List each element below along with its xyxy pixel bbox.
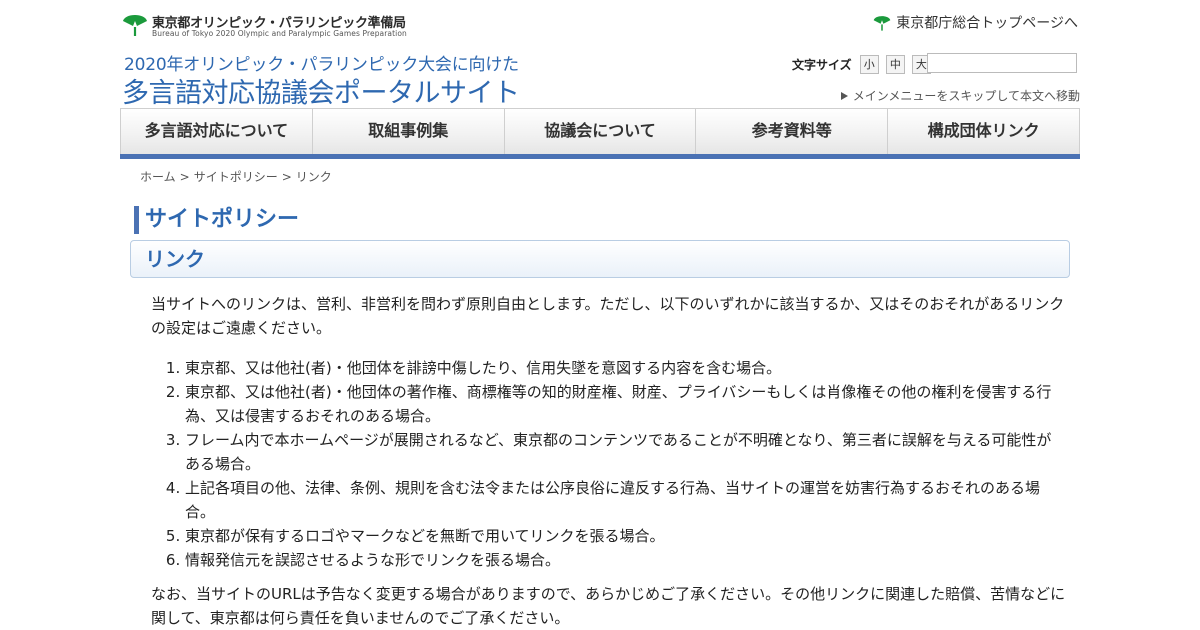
section-heading: リンク <box>130 240 1070 278</box>
logo-english-text: Bureau of Tokyo 2020 Olympic and Paralym… <box>152 29 407 38</box>
tokyo-top-page-link[interactable]: 東京都庁総合トップページへ <box>873 12 1078 32</box>
page: 東京都オリンピック・パラリンピック準備局 Bureau of Tokyo 202… <box>120 0 1080 630</box>
skip-menu-link[interactable]: メインメニューをスキップして本文へ移動 <box>840 87 1080 104</box>
nav-item-council[interactable]: 協議会について <box>505 109 697 154</box>
breadcrumb-home[interactable]: ホーム <box>140 170 176 184</box>
search-input[interactable] <box>927 53 1077 73</box>
ginkgo-leaf-icon <box>123 15 147 36</box>
ginkgo-leaf-icon <box>873 15 891 31</box>
list-item: 情報発信元を誤認させるような形でリンクを張る場合。 <box>185 548 1066 572</box>
site-title[interactable]: 多言語対応協議会ポータルサイト <box>122 71 520 110</box>
main-nav: 多言語対応について 取組事例集 協議会について 参考資料等 構成団体リンク <box>120 108 1080 154</box>
condition-list: 東京都、又は他社(者)・他団体を誹謗中傷したり、信用失墜を意図する内容を含む場合… <box>151 356 1066 572</box>
font-size-control: 文字サイズ 小 中 大 <box>792 54 933 74</box>
nav-item-case-studies[interactable]: 取組事例集 <box>313 109 505 154</box>
list-item: 上記各項目の他、法律、条例、規則を含む法令または公序良俗に違反する行為、当サイト… <box>185 476 1066 524</box>
list-item: 東京都、又は他社(者)・他団体を誹謗中傷したり、信用失墜を意図する内容を含む場合… <box>185 356 1066 380</box>
nav-item-references[interactable]: 参考資料等 <box>696 109 889 154</box>
list-item: 東京都、又は他社(者)・他団体の著作権、商標権等の知的財産権、財産、プライバシー… <box>185 380 1066 428</box>
nav-item-member-links[interactable]: 構成団体リンク <box>888 109 1079 154</box>
skip-link-label: メインメニューをスキップして本文へ移動 <box>852 89 1080 103</box>
intro-paragraph: 当サイトへのリンクは、営利、非営利を問わず原則自由とします。ただし、以下のいずれ… <box>151 295 1065 337</box>
page-title: サイトポリシー <box>134 205 299 234</box>
font-size-small-button[interactable]: 小 <box>859 55 879 74</box>
list-item: 東京都が保有するロゴやマークなどを無断で用いてリンクを張る場合。 <box>185 524 1066 548</box>
font-size-label: 文字サイズ <box>792 58 852 72</box>
breadcrumb-current: リンク <box>295 170 332 184</box>
top-link-label: 東京都庁総合トップページへ <box>896 15 1078 32</box>
section-content: 当サイトへのリンクは、営利、非営利を問わず原則自由とします。ただし、以下のいずれ… <box>151 292 1066 630</box>
breadcrumb-separator: > <box>179 170 190 184</box>
triangle-right-icon <box>840 91 848 100</box>
breadcrumb-separator: > <box>281 170 292 184</box>
outro-paragraph: なお、当サイトのURLは予告なく変更する場合がありますので、あらかじめご了承くだ… <box>151 585 1066 627</box>
nav-item-multilingual[interactable]: 多言語対応について <box>121 109 313 154</box>
nav-underline-bar <box>120 154 1080 159</box>
font-size-medium-button[interactable]: 中 <box>885 55 905 74</box>
breadcrumb-site-policy[interactable]: サイトポリシー <box>194 170 278 184</box>
list-item: フレーム内で本ホームページが展開されるなど、東京都のコンテンツであることが不明確… <box>185 428 1066 476</box>
breadcrumb: ホーム > サイトポリシー > リンク <box>140 168 332 185</box>
